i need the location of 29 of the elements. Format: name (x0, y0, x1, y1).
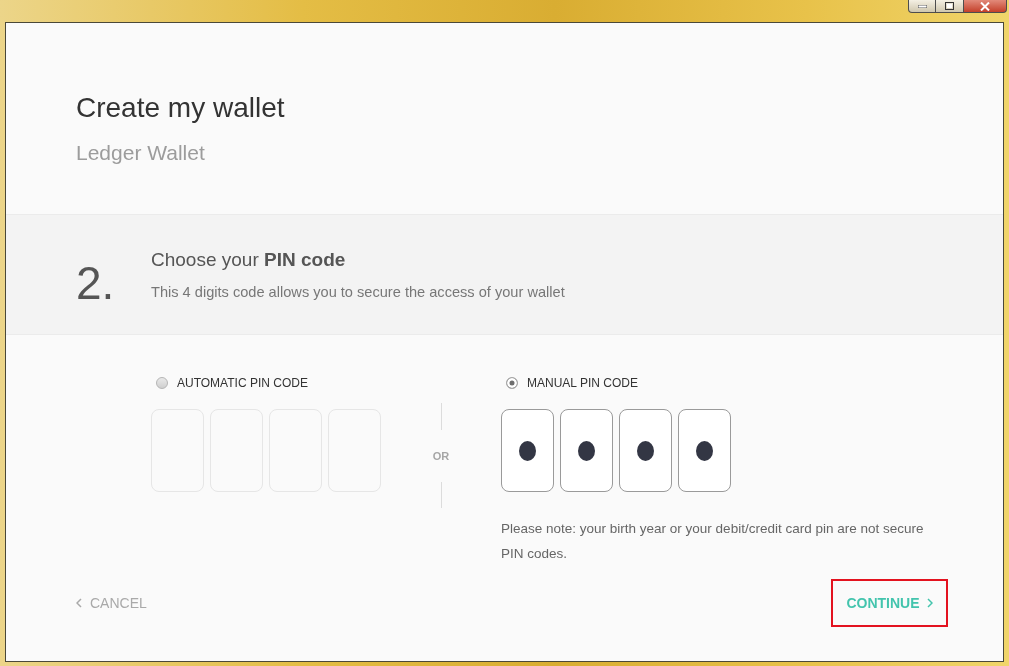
or-separator: OR (432, 449, 450, 464)
chevron-left-icon (76, 598, 82, 608)
page-title: Create my wallet (76, 91, 285, 125)
dot-icon (696, 440, 713, 461)
dot-icon (637, 440, 654, 461)
option-label: AUTOMATIC PIN CODE (177, 376, 308, 390)
dot-icon (578, 440, 595, 461)
pin-digit-field[interactable] (501, 409, 554, 492)
close-icon (980, 1, 990, 11)
step-number: 2. (76, 258, 116, 308)
continue-button[interactable]: CONTINUE (846, 595, 933, 611)
pin-digit-field[interactable] (619, 409, 672, 492)
close-button[interactable] (964, 0, 1007, 13)
minimize-button[interactable] (908, 0, 936, 13)
minimize-icon (917, 4, 927, 8)
step-title: Choose your PIN code (151, 248, 346, 272)
radio-button[interactable] (156, 377, 168, 389)
dot-icon (519, 440, 536, 461)
radio-button[interactable] (506, 377, 518, 389)
option-label: MANUAL PIN CODE (527, 376, 638, 390)
note-text: Please note: your birth year or your debit/credit card pin are not secure PIN codes. (501, 520, 925, 563)
chevron-right-icon (926, 598, 933, 608)
step-description: This 4 digits code allows you to secure the access of your wallet (151, 283, 565, 302)
cancel-button[interactable]: CANCEL (76, 595, 147, 611)
page-subtitle: Ledger Wallet (76, 140, 205, 166)
pin-digit-field[interactable] (560, 409, 613, 492)
maximize-icon (945, 2, 954, 10)
pin-digit-field[interactable] (678, 409, 731, 492)
maximize-button[interactable] (936, 0, 964, 13)
